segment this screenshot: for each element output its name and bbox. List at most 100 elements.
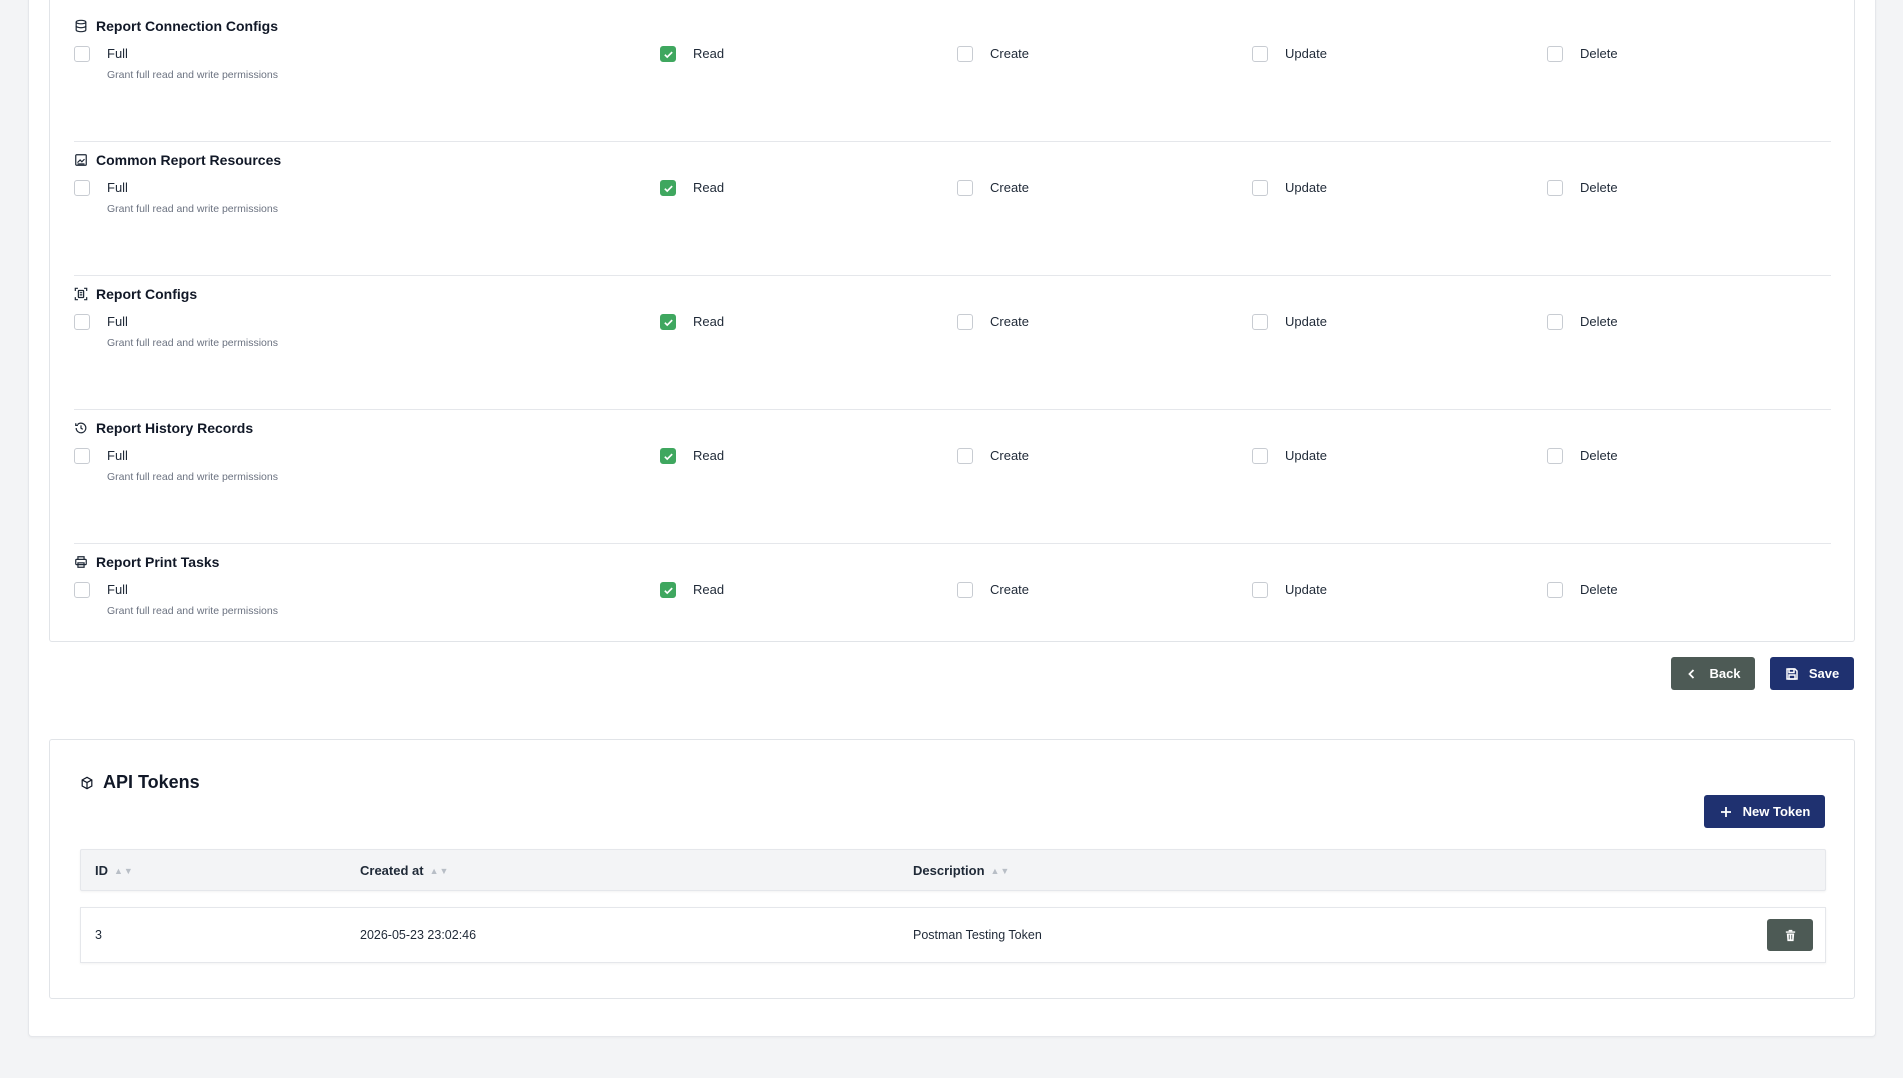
read-checkbox[interactable] (660, 314, 676, 330)
tokens-table: ID ▲▼ Created at ▲▼ Description ▲▼ 3 202… (80, 849, 1826, 963)
token-description-cell: Postman Testing Token (913, 928, 1042, 942)
create-label: Create (990, 46, 1030, 61)
permission-section: Common Report Resources Full Grant full r… (74, 142, 1831, 276)
read-permission[interactable]: Read (660, 46, 724, 62)
full-permission[interactable]: Full Grant full read and write permission… (74, 180, 278, 215)
full-checkbox[interactable] (74, 448, 90, 464)
read-label: Read (693, 46, 725, 61)
create-permission[interactable]: Create (957, 582, 1029, 598)
delete-checkbox[interactable] (1547, 180, 1563, 196)
create-label: Create (990, 582, 1030, 597)
delete-permission[interactable]: Delete (1547, 582, 1618, 598)
update-permission[interactable]: Update (1252, 180, 1327, 196)
full-label: Full (107, 180, 128, 195)
sort-icon[interactable]: ▲▼ (991, 866, 1011, 876)
permission-section: Report Print Tasks Full Grant full read a… (74, 544, 1831, 678)
read-checkbox[interactable] (660, 180, 676, 196)
full-description: Grant full read and write permissions (107, 337, 278, 349)
full-permission[interactable]: Full Grant full read and write permission… (74, 582, 278, 617)
permission-section: Report Connection Configs Full Grant full… (74, 8, 1831, 142)
create-checkbox[interactable] (957, 180, 973, 196)
update-permission[interactable]: Update (1252, 314, 1327, 330)
delete-permission[interactable]: Delete (1547, 180, 1618, 196)
delete-label: Delete (1580, 180, 1618, 195)
token-created-at-cell: 2026-05-23 23:02:46 (360, 928, 477, 942)
create-label: Create (990, 180, 1030, 195)
full-permission[interactable]: Full Grant full read and write permission… (74, 46, 278, 81)
update-checkbox[interactable] (1252, 180, 1268, 196)
full-permission[interactable]: Full Grant full read and write permission… (74, 314, 278, 349)
column-header-created-at[interactable]: Created at ▲▼ (360, 863, 449, 878)
sort-icon[interactable]: ▲▼ (114, 866, 134, 876)
read-checkbox[interactable] (660, 46, 676, 62)
full-checkbox[interactable] (74, 180, 90, 196)
delete-checkbox[interactable] (1547, 46, 1563, 62)
back-button[interactable]: Back (1671, 657, 1755, 690)
section-title: Report History Records (96, 420, 254, 436)
update-checkbox[interactable] (1252, 314, 1268, 330)
trash-icon (1784, 929, 1797, 942)
full-permission[interactable]: Full Grant full read and write permission… (74, 448, 278, 483)
full-description: Grant full read and write permissions (107, 203, 278, 215)
frame-icon (74, 287, 88, 301)
cube-icon (80, 776, 94, 790)
save-button[interactable]: Save (1770, 657, 1854, 690)
save-button-label: Save (1808, 666, 1840, 681)
full-label: Full (107, 314, 128, 329)
read-label: Read (693, 314, 725, 329)
column-header-label: ID (95, 863, 108, 878)
read-checkbox[interactable] (660, 448, 676, 464)
create-permission[interactable]: Create (957, 448, 1029, 464)
delete-checkbox[interactable] (1547, 314, 1563, 330)
read-checkbox[interactable] (660, 582, 676, 598)
full-description: Grant full read and write permissions (107, 471, 278, 483)
delete-permission[interactable]: Delete (1547, 448, 1618, 464)
delete-label: Delete (1580, 448, 1618, 463)
read-permission[interactable]: Read (660, 448, 724, 464)
update-label: Update (1285, 46, 1327, 61)
full-description: Grant full read and write permissions (107, 69, 278, 81)
create-checkbox[interactable] (957, 314, 973, 330)
section-header: Report History Records (74, 420, 253, 436)
create-checkbox[interactable] (957, 448, 973, 464)
delete-token-button[interactable] (1767, 919, 1813, 951)
read-permission[interactable]: Read (660, 582, 724, 598)
read-permission[interactable]: Read (660, 180, 724, 196)
full-description: Grant full read and write permissions (107, 605, 278, 617)
update-permission[interactable]: Update (1252, 448, 1327, 464)
delete-checkbox[interactable] (1547, 448, 1563, 464)
column-header-description[interactable]: Description ▲▼ (913, 863, 1010, 878)
full-checkbox[interactable] (74, 46, 90, 62)
update-label: Update (1285, 448, 1327, 463)
update-permission[interactable]: Update (1252, 46, 1327, 62)
section-header: Common Report Resources (74, 152, 281, 168)
sort-icon[interactable]: ▲▼ (430, 866, 450, 876)
api-tokens-heading: API Tokens (80, 772, 200, 793)
full-checkbox[interactable] (74, 582, 90, 598)
update-checkbox[interactable] (1252, 448, 1268, 464)
table-header: ID ▲▼ Created at ▲▼ Description ▲▼ (80, 849, 1826, 891)
create-permission[interactable]: Create (957, 46, 1029, 62)
history-icon (74, 421, 88, 435)
update-permission[interactable]: Update (1252, 582, 1327, 598)
update-label: Update (1285, 314, 1327, 329)
delete-permission[interactable]: Delete (1547, 46, 1618, 62)
section-header: Report Print Tasks (74, 554, 219, 570)
column-header-id[interactable]: ID ▲▼ (95, 863, 134, 878)
column-header-label: Description (913, 863, 985, 878)
create-checkbox[interactable] (957, 46, 973, 62)
section-title: Report Configs (96, 286, 198, 302)
full-label: Full (107, 46, 128, 61)
create-checkbox[interactable] (957, 582, 973, 598)
read-permission[interactable]: Read (660, 314, 724, 330)
read-label: Read (693, 448, 725, 463)
delete-checkbox[interactable] (1547, 582, 1563, 598)
create-permission[interactable]: Create (957, 314, 1029, 330)
delete-permission[interactable]: Delete (1547, 314, 1618, 330)
update-checkbox[interactable] (1252, 46, 1268, 62)
create-permission[interactable]: Create (957, 180, 1029, 196)
full-checkbox[interactable] (74, 314, 90, 330)
read-label: Read (693, 180, 725, 195)
update-checkbox[interactable] (1252, 582, 1268, 598)
new-token-button[interactable]: New Token (1704, 795, 1825, 828)
